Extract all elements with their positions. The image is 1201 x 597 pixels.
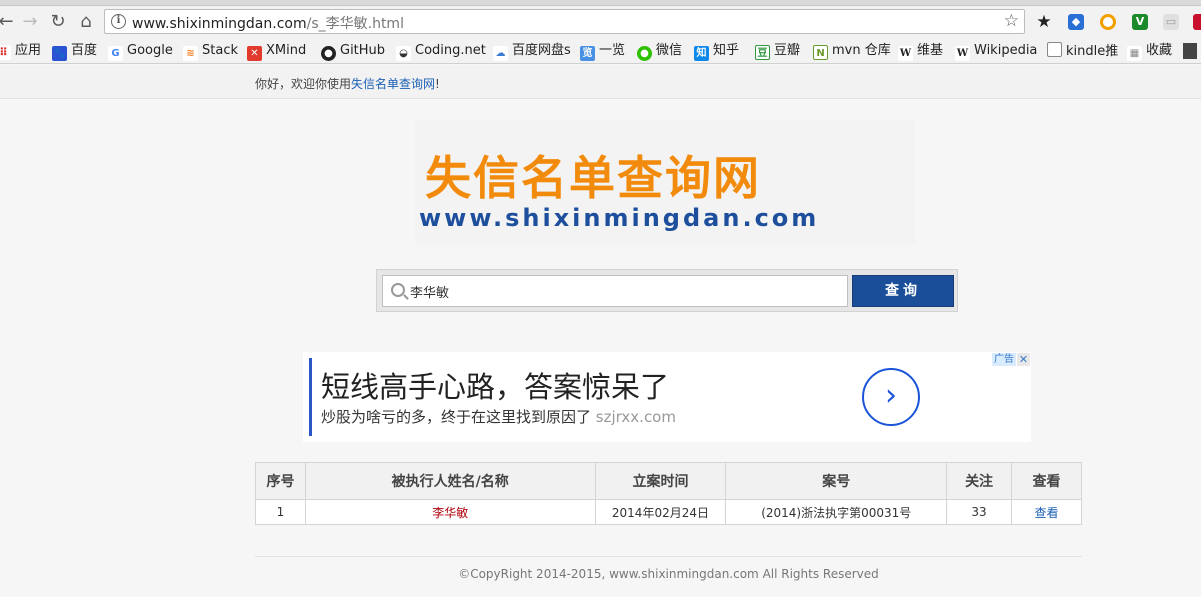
bookmark-mvn[interactable]: Nmvn 仓库 bbox=[813, 42, 891, 60]
search-field[interactable] bbox=[382, 275, 848, 307]
extension-v-icon[interactable]: V bbox=[1132, 14, 1148, 30]
results-table: 序号 被执行人姓名/名称 立案时间 案号 关注 查看 1 李华敏 2014年02… bbox=[255, 462, 1082, 525]
search-input[interactable] bbox=[410, 281, 830, 301]
stackoverflow-icon: ≋ bbox=[183, 46, 198, 61]
site-logo[interactable]: 失信名单查询网 www.shixinmingdan.com bbox=[415, 120, 915, 245]
bookmark-collect[interactable]: ▦ 收藏 bbox=[1127, 42, 1172, 61]
page-content: 你好，欢迎你使用失信名单查询网! 失信名单查询网 www.shixinmingd… bbox=[0, 65, 1201, 597]
wechat-icon: ● bbox=[637, 46, 652, 61]
extension-chrome-icon[interactable] bbox=[1100, 14, 1116, 30]
ad-title[interactable]: 短线高手心路，答案惊呆了 bbox=[321, 364, 669, 406]
header-index: 序号 bbox=[255, 462, 306, 500]
address-bar[interactable]: i www.shixinmingdan.com/s_李华敏.html ☆ bbox=[104, 9, 1025, 34]
search-icon bbox=[391, 283, 405, 297]
github-icon: ● bbox=[321, 46, 336, 61]
header-name: 被执行人姓名/名称 bbox=[304, 462, 596, 500]
wiki-icon: W bbox=[898, 46, 913, 61]
cell-view: 查看 bbox=[1011, 499, 1082, 525]
table-header-row: 序号 被执行人姓名/名称 立案时间 案号 关注 查看 bbox=[255, 462, 1082, 500]
page-icon bbox=[1047, 42, 1062, 57]
table-row: 1 李华敏 2014年02月24日 (2014)浙法执字第00031号 33 查… bbox=[255, 499, 1082, 525]
forward-icon[interactable]: → bbox=[18, 10, 42, 34]
extension-red-icon[interactable] bbox=[1193, 14, 1201, 30]
header-follow: 关注 bbox=[946, 462, 1013, 500]
cell-case-no: (2014)浙法执字第00031号 bbox=[725, 499, 948, 525]
ad-description[interactable]: 炒股为啥亏的多，终于在这里找到原因了 szjrxx.com bbox=[321, 406, 676, 427]
search-button[interactable]: 查询 bbox=[852, 275, 954, 307]
reload-icon[interactable]: ↻ bbox=[46, 10, 70, 34]
extension-shield-icon[interactable]: ◆ bbox=[1068, 14, 1084, 30]
advertisement[interactable]: 短线高手心路，答案惊呆了 炒股为啥亏的多，终于在这里找到原因了 szjrxx.c… bbox=[303, 352, 1031, 442]
footer-copyright: ©CopyRight 2014-2015, www.shixinmingdan.… bbox=[458, 567, 879, 581]
bookmark-douban[interactable]: 豆豆瓣 bbox=[755, 42, 800, 60]
wikipedia-icon: W bbox=[955, 46, 970, 61]
view-link[interactable]: 查看 bbox=[1035, 506, 1059, 520]
bookmark-kindle[interactable]: kindle推 bbox=[1047, 42, 1118, 60]
bookmark-baidupan[interactable]: ☁ 百度网盘s bbox=[493, 42, 571, 61]
ad-close-icon[interactable]: ✕ bbox=[1017, 353, 1030, 366]
bookmarks-bar: ⠿ 应用 🐾 百度 G Google ≋ Stack ✕ XMind ● GitHub ◒ C… bbox=[0, 38, 1201, 64]
ad-accent-bar bbox=[309, 358, 312, 436]
bookmark-zhihu[interactable]: 知知乎 bbox=[694, 42, 739, 61]
xmind-icon: ✕ bbox=[247, 46, 262, 61]
cell-date: 2014年02月24日 bbox=[594, 499, 727, 525]
welcome-site-link[interactable]: 失信名单查询网 bbox=[351, 77, 435, 91]
baidu-icon: 🐾 bbox=[52, 46, 67, 61]
zhihu-icon: 知 bbox=[694, 46, 709, 61]
mvn-icon: N bbox=[813, 45, 828, 60]
bookmark-xmind[interactable]: ✕ XMind bbox=[247, 42, 306, 61]
browser-toolbar: ← → ↻ ⌂ i www.shixinmingdan.com/s_李华敏.ht… bbox=[0, 6, 1201, 38]
header-view: 查看 bbox=[1011, 462, 1082, 500]
logo-title-en: www.shixinmingdan.com bbox=[419, 204, 820, 232]
bookmark-wikipedia[interactable]: W Wikipedia bbox=[955, 42, 1037, 61]
cell-index: 1 bbox=[255, 499, 306, 525]
bookmark-wiki[interactable]: W 维基 bbox=[898, 42, 943, 61]
coding-icon: ◒ bbox=[396, 46, 411, 61]
bookmark-wechat[interactable]: ● 微信 bbox=[637, 42, 682, 61]
extension-grey-icon[interactable]: ▭ bbox=[1163, 14, 1179, 30]
google-icon: G bbox=[108, 46, 123, 61]
bookmark-coding[interactable]: ◒ Coding.net bbox=[396, 42, 486, 61]
bookmark-baidu[interactable]: 🐾 百度 bbox=[52, 42, 97, 61]
back-icon[interactable]: ← bbox=[0, 10, 18, 34]
logo-title-cn: 失信名单查询网 bbox=[425, 151, 761, 205]
cell-follow: 33 bbox=[946, 499, 1013, 525]
ad-arrow-icon[interactable]: › bbox=[862, 368, 920, 426]
folder-icon: ▦ bbox=[1127, 46, 1142, 61]
info-icon[interactable]: i bbox=[111, 14, 126, 29]
baidu-pan-icon: ☁ bbox=[493, 46, 508, 61]
bookmarks-star-icon[interactable]: ★ bbox=[1032, 10, 1056, 34]
home-icon[interactable]: ⌂ bbox=[74, 10, 98, 34]
bookmark-yilan[interactable]: 览一览 bbox=[580, 42, 625, 61]
footer-divider bbox=[255, 556, 1082, 557]
welcome-bar: 你好，欢迎你使用失信名单查询网! bbox=[0, 65, 1201, 99]
ad-tag[interactable]: 广告 bbox=[992, 353, 1016, 366]
url-text: www.shixinmingdan.com/s_李华敏.html bbox=[132, 16, 404, 32]
apps-icon: ⠿ bbox=[0, 45, 11, 60]
yilan-icon: 览 bbox=[580, 46, 595, 61]
welcome-text: 你好，欢迎你使用失信名单查询网! bbox=[255, 77, 440, 91]
bookmark-star-icon[interactable]: ☆ bbox=[1004, 11, 1019, 31]
bookmark-apps[interactable]: ⠿ 应用 bbox=[0, 42, 41, 60]
douban-icon: 豆 bbox=[755, 45, 770, 60]
folder-dark-icon[interactable] bbox=[1183, 43, 1197, 59]
header-case-no: 案号 bbox=[725, 462, 948, 500]
cell-name[interactable]: 李华敏 bbox=[304, 499, 596, 525]
bookmark-google[interactable]: G Google bbox=[108, 42, 173, 61]
header-date: 立案时间 bbox=[594, 462, 727, 500]
bookmark-github[interactable]: ● GitHub bbox=[321, 42, 385, 61]
search-form: 查询 bbox=[376, 269, 958, 312]
bookmark-stack[interactable]: ≋ Stack bbox=[183, 42, 238, 61]
